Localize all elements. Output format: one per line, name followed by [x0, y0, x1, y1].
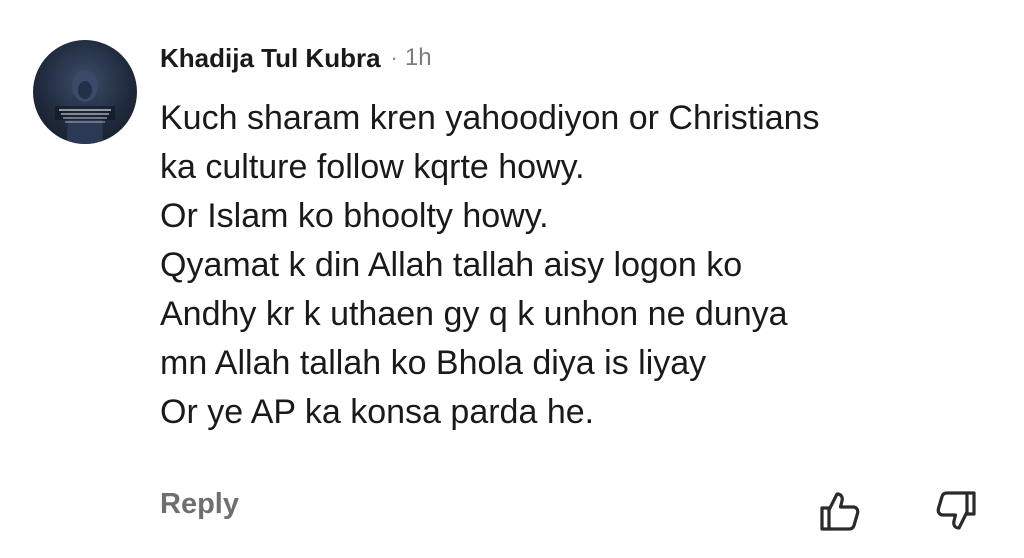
comment-line: Or ye AP ka konsa parda he.: [160, 393, 595, 431]
comment-line: ka culture follow kqrte howy.: [160, 148, 585, 186]
comment-line: Andhy kr k uthaen gy q k unhon ne dunya: [160, 295, 788, 333]
comment-timestamp: 1h: [404, 44, 432, 71]
dislike-button[interactable]: [934, 488, 980, 534]
comment-header: Khadija Tul Kubra · 1h: [160, 40, 432, 76]
comment-body: Kuch sharam kren yahoodiyon or Christian…: [160, 94, 1010, 437]
thumbs-down-icon: [936, 491, 976, 530]
reply-button[interactable]: Reply: [160, 488, 239, 521]
comment-line: mn Allah tallah ko Bhola diya is liyay: [160, 344, 707, 382]
comment-line: Qyamat k din Allah tallah aisy logon ko: [160, 246, 743, 284]
meta-separator: ·: [390, 45, 398, 70]
comment-line: Kuch sharam kren yahoodiyon or Christian…: [160, 99, 820, 137]
comment-line: Or Islam ko bhoolty howy.: [160, 197, 549, 235]
comment-card: Khadija Tul Kubra · 1h Kuch sharam kren …: [0, 0, 1024, 558]
avatar[interactable]: [33, 40, 137, 144]
like-button[interactable]: [816, 488, 862, 534]
author-name[interactable]: Khadija Tul Kubra: [160, 43, 381, 74]
avatar-image: [55, 70, 115, 144]
thumbs-up-icon: [820, 492, 860, 531]
